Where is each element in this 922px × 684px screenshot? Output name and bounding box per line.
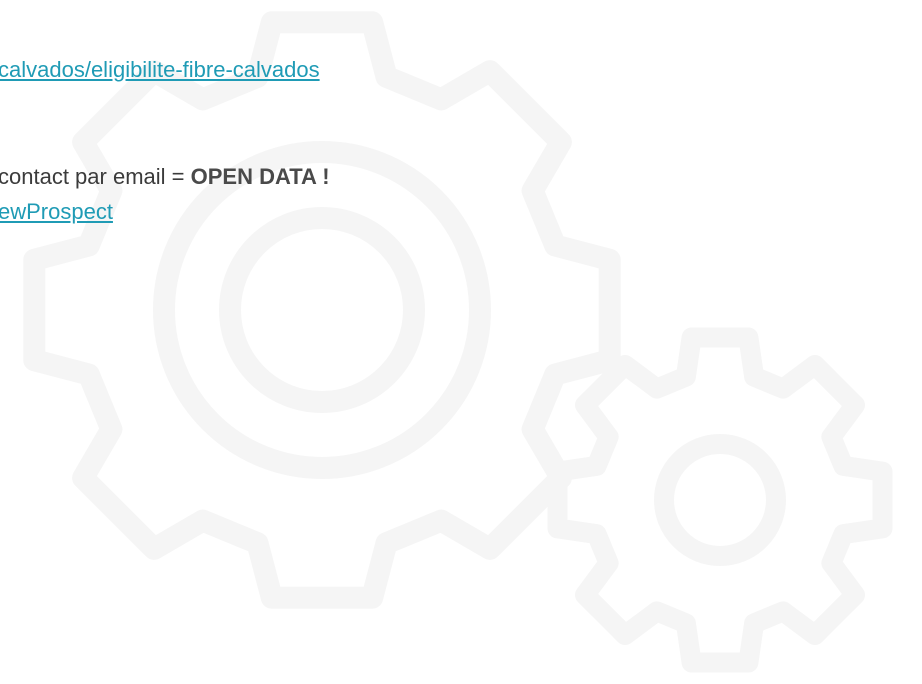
new-prospect-link[interactable]: ewProspect <box>0 199 113 224</box>
document-content: calvados/eligibilite-fibre-calvados cont… <box>0 0 922 684</box>
calvados-link-line: calvados/eligibilite-fibre-calvados <box>0 56 320 84</box>
contact-line: contact par email = OPEN DATA ! <box>0 163 330 191</box>
prospect-link-line: ewProspect <box>0 198 113 226</box>
open-data-emphasis: OPEN DATA ! <box>190 164 330 189</box>
document-page: calvados/eligibilite-fibre-calvados cont… <box>0 0 922 684</box>
contact-text: contact par email = <box>0 164 191 189</box>
calvados-eligibility-link[interactable]: calvados/eligibilite-fibre-calvados <box>0 57 320 82</box>
